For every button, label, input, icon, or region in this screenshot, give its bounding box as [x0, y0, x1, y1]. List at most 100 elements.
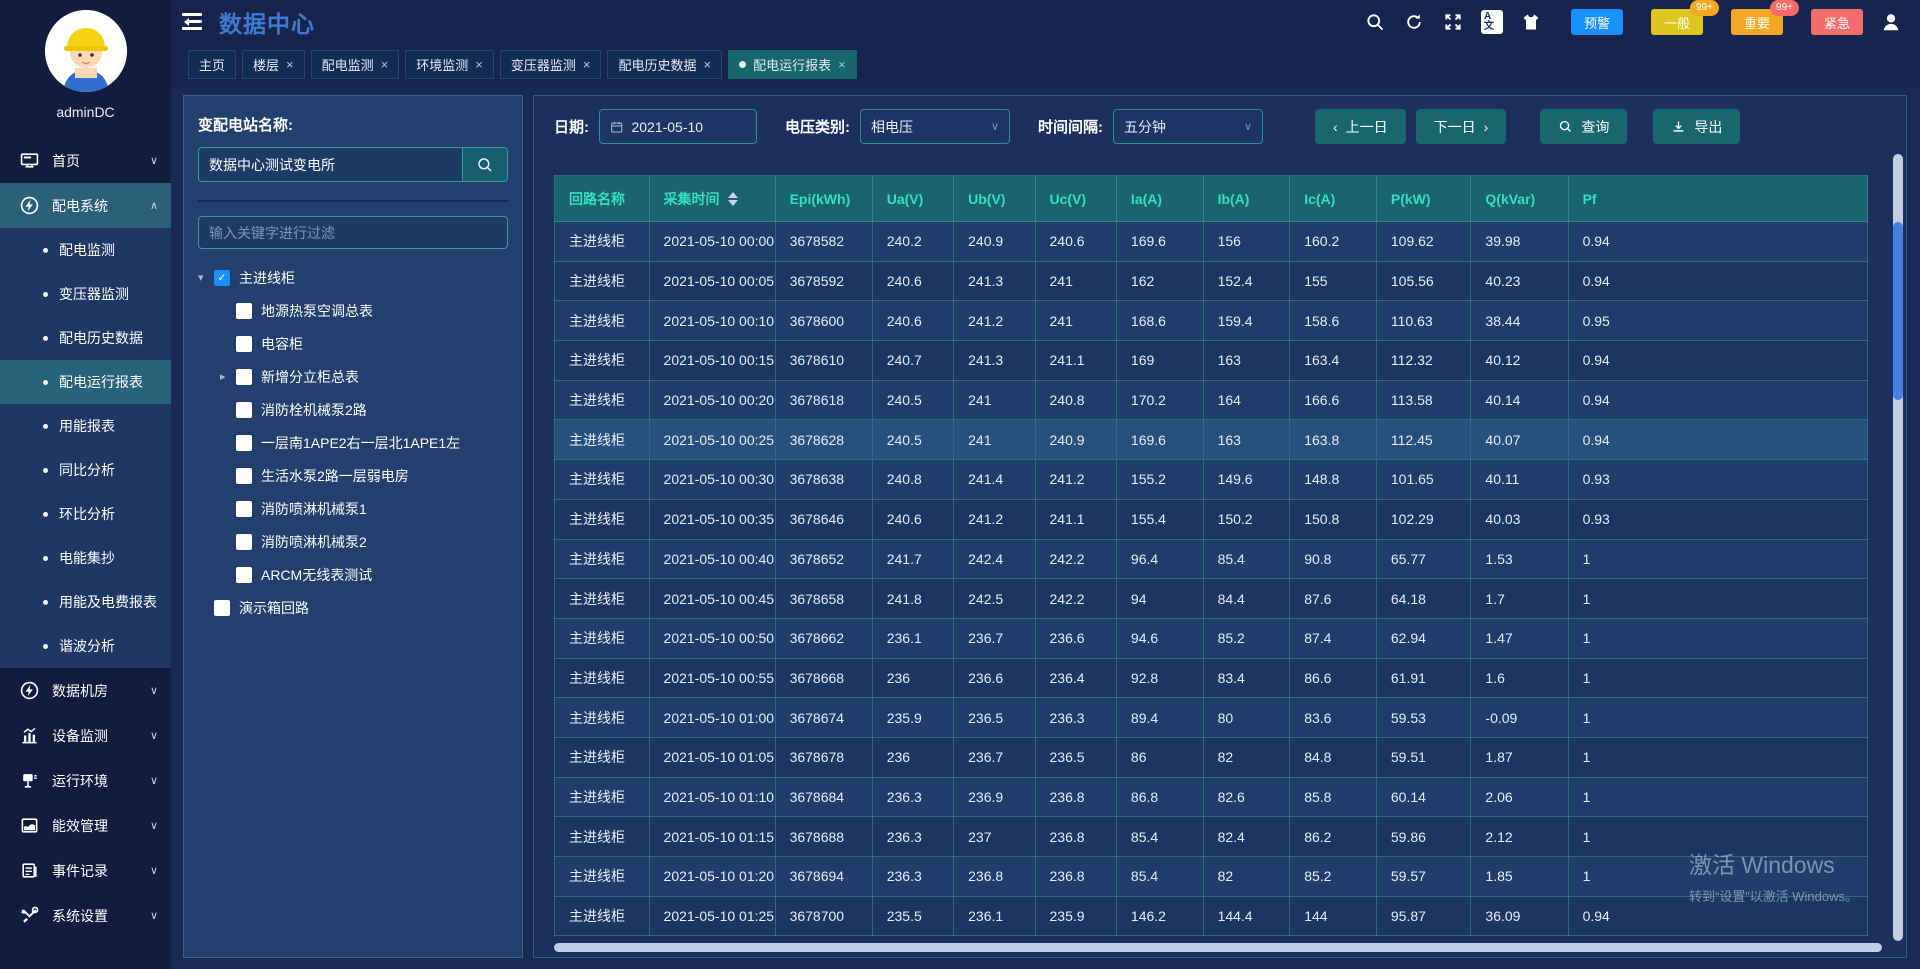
table-row[interactable]: 主进线柜2021-05-10 00:353678646240.6241.2241… — [555, 499, 1868, 539]
tree-node-ARCM无线表测试[interactable]: ARCM无线表测试 — [198, 558, 508, 591]
sidebar-subitem-配电运行报表[interactable]: 配电运行报表 — [0, 360, 171, 404]
column-header-Ib(A)[interactable]: Ib(A) — [1203, 176, 1290, 222]
checkbox[interactable] — [236, 369, 252, 385]
column-header-Ic(A)[interactable]: Ic(A) — [1290, 176, 1377, 222]
tree-node-地源热泵空调总表[interactable]: 地源热泵空调总表 — [198, 294, 508, 327]
column-header-Ua(V)[interactable]: Ua(V) — [872, 176, 953, 222]
fullscreen-icon[interactable] — [1442, 11, 1464, 33]
tree-node-生活水泵2路一层弱电房[interactable]: 生活水泵2路一层弱电房 — [198, 459, 508, 492]
table-row[interactable]: 主进线柜2021-05-10 00:003678582240.2240.9240… — [555, 222, 1868, 262]
collapse-menu-icon[interactable] — [179, 12, 203, 32]
checkbox[interactable] — [236, 567, 252, 583]
sidebar-item-数据机房[interactable]: 数据机房∨ — [0, 668, 171, 713]
search-icon[interactable] — [1364, 11, 1386, 33]
alarm-button-重要[interactable]: 重要99+ — [1731, 9, 1783, 35]
tree-node-演示箱回路[interactable]: 演示箱回路 — [198, 591, 508, 624]
sidebar-subitem-同比分析[interactable]: 同比分析 — [0, 448, 171, 492]
sidebar-item-设备监测[interactable]: 设备监测∨ — [0, 713, 171, 758]
tree-node-主进线柜[interactable]: ▾✓主进线柜 — [198, 261, 508, 294]
tree-node-消防栓机械泵2路[interactable]: 消防栓机械泵2路 — [198, 393, 508, 426]
column-header-Q(kVar)[interactable]: Q(kVar) — [1471, 176, 1568, 222]
date-picker[interactable] — [599, 109, 757, 144]
close-icon[interactable]: × — [838, 58, 846, 71]
checkbox[interactable] — [236, 468, 252, 484]
table-row[interactable]: 主进线柜2021-05-10 01:253678700235.5236.1235… — [555, 896, 1868, 936]
table-row[interactable]: 主进线柜2021-05-10 01:053678678236236.7236.5… — [555, 737, 1868, 777]
horizontal-scrollbar[interactable] — [554, 943, 1882, 952]
tree-node-消防喷淋机械泵2[interactable]: 消防喷淋机械泵2 — [198, 525, 508, 558]
table-row[interactable]: 主进线柜2021-05-10 00:153678610240.7241.3241… — [555, 341, 1868, 381]
sidebar-subitem-变压器监测[interactable]: 变压器监测 — [0, 272, 171, 316]
translate-icon[interactable]: A文 — [1481, 11, 1503, 33]
sidebar-subitem-谐波分析[interactable]: 谐波分析 — [0, 624, 171, 668]
close-icon[interactable]: × — [703, 58, 711, 71]
theme-icon[interactable] — [1520, 11, 1542, 33]
next-day-button[interactable]: 下一日 › — [1416, 109, 1507, 144]
vertical-scrollbar[interactable] — [1893, 154, 1903, 941]
tab-配电运行报表[interactable]: 配电运行报表× — [728, 50, 857, 79]
close-icon[interactable]: × — [381, 58, 389, 71]
alarm-button-紧急[interactable]: 紧急 — [1811, 9, 1863, 35]
table-row[interactable]: 主进线柜2021-05-10 00:053678592240.6241.3241… — [555, 261, 1868, 301]
checkbox[interactable] — [236, 435, 252, 451]
query-button[interactable]: 查询 — [1540, 109, 1627, 144]
prev-day-button[interactable]: ‹ 上一日 — [1315, 109, 1406, 144]
station-input[interactable] — [198, 147, 462, 182]
alarm-button-预警[interactable]: 预警 — [1571, 9, 1623, 35]
sidebar-subitem-电能集抄[interactable]: 电能集抄 — [0, 536, 171, 580]
table-row[interactable]: 主进线柜2021-05-10 00:553678668236236.6236.4… — [555, 658, 1868, 698]
sidebar-subitem-用能及电费报表[interactable]: 用能及电费报表 — [0, 580, 171, 624]
refresh-icon[interactable] — [1403, 11, 1425, 33]
column-header-P(kW)[interactable]: P(kW) — [1376, 176, 1471, 222]
table-row[interactable]: 主进线柜2021-05-10 01:003678674235.9236.5236… — [555, 698, 1868, 738]
tab-环境监测[interactable]: 环境监测× — [405, 50, 494, 79]
sidebar-subitem-用能报表[interactable]: 用能报表 — [0, 404, 171, 448]
checkbox[interactable] — [236, 534, 252, 550]
station-search-button[interactable] — [462, 147, 508, 182]
table-row[interactable]: 主进线柜2021-05-10 00:103678600240.6241.2241… — [555, 301, 1868, 341]
checkbox[interactable] — [236, 336, 252, 352]
table-row[interactable]: 主进线柜2021-05-10 00:453678658241.8242.5242… — [555, 579, 1868, 619]
column-header-Ia(A)[interactable]: Ia(A) — [1116, 176, 1203, 222]
checkbox[interactable] — [236, 303, 252, 319]
sidebar-subitem-环比分析[interactable]: 环比分析 — [0, 492, 171, 536]
table-row[interactable]: 主进线柜2021-05-10 00:403678652241.7242.4242… — [555, 539, 1868, 579]
tree-node-新增分立柜总表[interactable]: ▸新增分立柜总表 — [198, 360, 508, 393]
table-row[interactable]: 主进线柜2021-05-10 00:303678638240.8241.4241… — [555, 460, 1868, 500]
sidebar-item-能效管理[interactable]: 能效管理∨ — [0, 803, 171, 848]
table-row[interactable]: 主进线柜2021-05-10 01:203678694236.3236.8236… — [555, 857, 1868, 897]
close-icon[interactable]: × — [475, 58, 483, 71]
close-icon[interactable]: × — [583, 58, 591, 71]
table-row[interactable]: 主进线柜2021-05-10 01:153678688236.3237236.8… — [555, 817, 1868, 857]
table-row[interactable]: 主进线柜2021-05-10 00:253678628240.5241240.9… — [555, 420, 1868, 460]
sidebar-item-系统设置[interactable]: 系统设置∨ — [0, 893, 171, 938]
date-input[interactable] — [631, 119, 746, 135]
checkbox[interactable] — [236, 501, 252, 517]
tree-node-消防喷淋机械泵1[interactable]: 消防喷淋机械泵1 — [198, 492, 508, 525]
table-row[interactable]: 主进线柜2021-05-10 00:203678618240.5241240.8… — [555, 380, 1868, 420]
sidebar-item-首页[interactable]: 首页∨ — [0, 138, 171, 183]
tab-主页[interactable]: 主页 — [188, 50, 236, 79]
sidebar-item-运行环境[interactable]: 运行环境∨ — [0, 758, 171, 803]
column-header-Uc(V)[interactable]: Uc(V) — [1035, 176, 1116, 222]
checkbox[interactable]: ✓ — [214, 270, 230, 286]
column-header-Epi(kWh)[interactable]: Epi(kWh) — [775, 176, 872, 222]
tab-变压器监测[interactable]: 变压器监测× — [500, 50, 602, 79]
alarm-button-一般[interactable]: 一般99+ — [1651, 9, 1703, 35]
column-header-Pf[interactable]: Pf — [1568, 176, 1867, 222]
sidebar-subitem-配电监测[interactable]: 配电监测 — [0, 228, 171, 272]
column-header-采集时间[interactable]: 采集时间 — [649, 176, 775, 222]
tab-配电历史数据[interactable]: 配电历史数据× — [607, 50, 722, 79]
user-icon[interactable] — [1880, 11, 1902, 33]
column-header-Ub(V)[interactable]: Ub(V) — [954, 176, 1035, 222]
tree-node-电容柜[interactable]: 电容柜 — [198, 327, 508, 360]
sidebar-item-配电系统[interactable]: 配电系统∧ — [0, 183, 171, 228]
export-button[interactable]: 导出 — [1653, 109, 1740, 144]
table-row[interactable]: 主进线柜2021-05-10 01:103678684236.3236.9236… — [555, 777, 1868, 817]
checkbox[interactable] — [236, 402, 252, 418]
close-icon[interactable]: × — [286, 58, 294, 71]
tab-配电监测[interactable]: 配电监测× — [311, 50, 400, 79]
table-row[interactable]: 主进线柜2021-05-10 00:503678662236.1236.7236… — [555, 618, 1868, 658]
column-header-回路名称[interactable]: 回路名称 — [555, 176, 650, 222]
tree-node-一层南1APE2右一层北1APE1左[interactable]: 一层南1APE2右一层北1APE1左 — [198, 426, 508, 459]
